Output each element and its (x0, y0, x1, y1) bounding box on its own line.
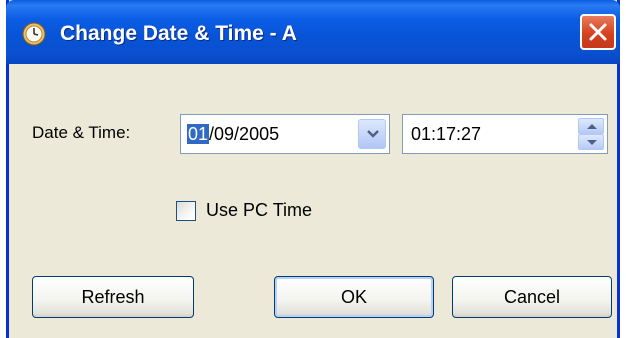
date-rest-segment[interactable]: /09/2005 (209, 124, 279, 144)
time-spinner[interactable] (578, 118, 604, 150)
use-pc-time-checkbox[interactable] (176, 201, 196, 221)
title-bar[interactable]: Change Date & Time - A (6, 0, 620, 64)
window-title: Change Date & Time - A (60, 22, 297, 45)
date-time-label: Date & Time: (32, 123, 131, 142)
refresh-button[interactable]: Refresh (32, 276, 194, 318)
clock-icon (22, 22, 46, 46)
close-icon (589, 23, 607, 41)
date-value[interactable]: 01/09/2005 (187, 124, 279, 145)
triangle-up-icon (587, 124, 597, 129)
time-picker[interactable]: 01:17:27 (402, 114, 608, 154)
close-button[interactable] (580, 14, 616, 50)
time-value[interactable]: 01:17:27 (411, 124, 481, 145)
date-picker[interactable]: 01/09/2005 (180, 114, 390, 154)
use-pc-time-label[interactable]: Use PC Time (206, 200, 312, 221)
cancel-button[interactable]: Cancel (452, 276, 612, 318)
triangle-down-icon (587, 140, 597, 145)
date-dropdown-button[interactable] (358, 119, 386, 149)
date-day-segment[interactable]: 01 (187, 124, 210, 144)
ok-button[interactable]: OK (274, 276, 434, 318)
chevron-down-icon (367, 130, 379, 138)
spin-up-button[interactable] (578, 118, 604, 134)
spin-down-button[interactable] (578, 134, 604, 150)
